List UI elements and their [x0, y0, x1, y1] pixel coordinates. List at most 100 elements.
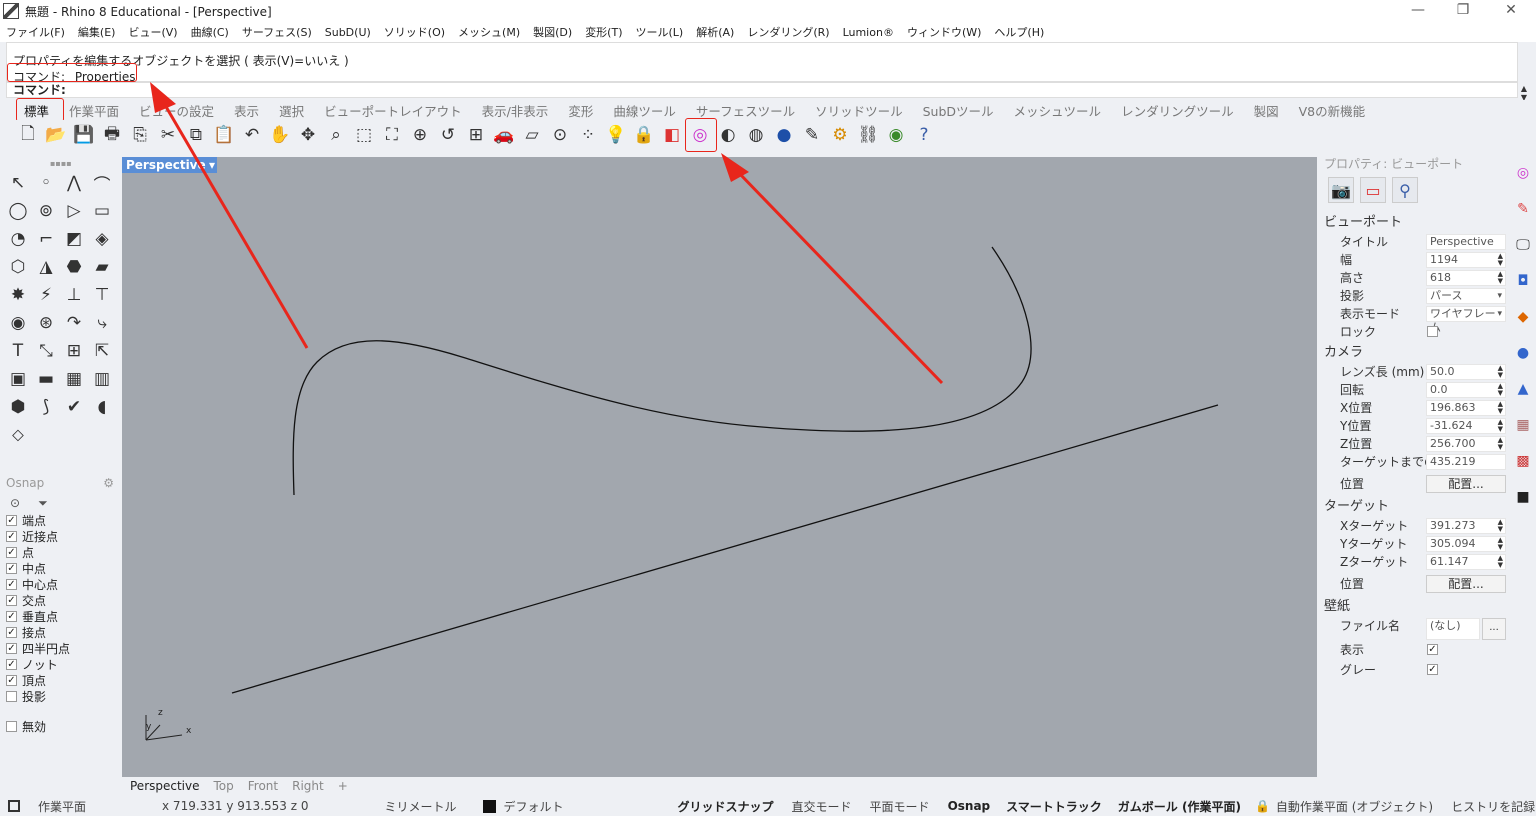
rectangle-icon[interactable]: ▭ [88, 197, 116, 225]
osnap-checkbox[interactable]: ✓ [6, 562, 17, 574]
gear-icon[interactable]: ⚙ [103, 476, 114, 494]
copy-icon[interactable]: ⧉ [184, 123, 208, 147]
cut-icon[interactable]: ✂ [156, 123, 180, 147]
menu-item-3[interactable]: 曲線(C) [191, 24, 229, 40]
browse-button[interactable]: ... [1482, 618, 1506, 640]
grid-icon[interactable]: ▦ [60, 365, 88, 393]
command-scroll-icon[interactable]: ▲ ▼ [1518, 84, 1530, 102]
target-icon[interactable]: ⊙ [10, 496, 20, 510]
menu-item-11[interactable]: 解析(A) [696, 24, 734, 40]
osnap-item[interactable]: 投影 [0, 688, 120, 704]
command-line[interactable]: コマンド: [6, 82, 1518, 98]
lock-icon[interactable]: 🔒 [632, 123, 656, 147]
dimension-icon[interactable]: ⤡ [32, 337, 60, 365]
gumball-toggle[interactable]: ガムボール (作業平面) [1118, 798, 1241, 815]
transform-icon[interactable]: ⇱ [88, 337, 116, 365]
ellipse-icon[interactable]: ⊚ [32, 197, 60, 225]
render-icon[interactable]: ● [772, 123, 796, 147]
spinner-icon[interactable]: ▲ ▼ [1498, 437, 1503, 451]
menu-item-6[interactable]: ソリッド(O) [384, 24, 445, 40]
four-viewports-icon[interactable]: ⊞ [464, 123, 488, 147]
ortho-toggle[interactable]: 直交モード [792, 798, 852, 815]
osnap-checkbox[interactable]: ✓ [6, 514, 17, 526]
property-value[interactable]: 61.147 ▲ ▼ [1426, 554, 1506, 570]
cplane-icon[interactable] [8, 800, 20, 812]
property-value[interactable]: Perspective [1426, 234, 1506, 250]
property-checkbox[interactable]: ✓ [1427, 664, 1438, 675]
osnap-checkbox[interactable]: ✓ [6, 658, 17, 670]
split-icon[interactable]: ⊥ [60, 281, 88, 309]
tab-7[interactable]: 変形 [568, 101, 593, 120]
grid-snap-toggle[interactable]: グリッドスナップ [678, 798, 774, 815]
osnap-item[interactable]: ✓ ノット [0, 656, 120, 672]
rendered-sphere-icon[interactable]: ◍ [744, 123, 768, 147]
osnap-item[interactable]: ✓ 頂点 [0, 672, 120, 688]
place-button[interactable]: 配置... [1426, 575, 1506, 593]
group-icon[interactable]: ⊛ [32, 309, 60, 337]
spinner-icon[interactable]: ▲ ▼ [1498, 519, 1503, 533]
loft-icon[interactable]: ◈ [88, 225, 116, 253]
menu-item-7[interactable]: メッシュ(M) [458, 24, 520, 40]
point-icon[interactable]: ◦ [32, 169, 60, 197]
brush-icon[interactable]: ⬦ [4, 421, 32, 449]
disable-checkbox[interactable] [6, 720, 17, 732]
property-value[interactable]: 305.094 ▲ ▼ [1426, 536, 1506, 552]
tab-8[interactable]: 曲線ツール [613, 101, 676, 120]
spinner-icon[interactable]: ▲ ▼ [1498, 253, 1503, 267]
osnap-checkbox[interactable]: ✓ [6, 610, 17, 622]
curve-icon[interactable]: ⌒ [88, 169, 116, 197]
menu-item-10[interactable]: ツール(L) [636, 24, 684, 40]
osnap-item[interactable]: ✓ 接点 [0, 624, 120, 640]
menu-item-15[interactable]: ヘルプ(H) [994, 24, 1044, 40]
surface-icon[interactable]: ◩ [60, 225, 88, 253]
osnap-checkbox[interactable]: ✓ [6, 530, 17, 542]
tab-4[interactable]: 選択 [279, 101, 304, 120]
status-units[interactable]: ミリメートル [384, 798, 456, 815]
fillet-curve-icon[interactable]: ⌐ [32, 225, 60, 253]
layer-icon[interactable]: ◧ [660, 123, 684, 147]
property-checkbox[interactable] [1427, 326, 1438, 337]
zoom-window-icon[interactable]: ⬚ [352, 123, 376, 147]
tab-3[interactable]: 表示 [234, 101, 259, 120]
status-cplane[interactable]: 作業平面 [38, 798, 86, 815]
blend-icon[interactable]: ⤷ [88, 309, 116, 337]
bars-icon[interactable]: ▥ [88, 365, 116, 393]
save-icon[interactable]: 💾 [72, 123, 96, 147]
pan-hand-icon[interactable]: ✋ [268, 123, 292, 147]
import-icon[interactable]: ⎘ [128, 123, 152, 147]
menu-item-9[interactable]: 変形(T) [585, 24, 622, 40]
osnap-item[interactable]: ✓ 点 [0, 544, 120, 560]
osnap-item[interactable]: ✓ 四半円点 [0, 640, 120, 656]
spinner-icon[interactable]: ▲ ▼ [1498, 383, 1503, 397]
planar-toggle[interactable]: 平面モード [870, 798, 930, 815]
tab-10[interactable]: ソリッドツール [815, 101, 903, 120]
close-button[interactable]: ✕ [1496, 2, 1526, 18]
palette-icon[interactable]: ▩ [1510, 443, 1536, 479]
lock-icon[interactable]: 🔒 [1255, 799, 1270, 813]
texture-icon[interactable]: ▦ [1510, 407, 1536, 443]
dropdown-icon[interactable]: ▾ [1497, 307, 1502, 321]
boolean-icon[interactable]: ◉ [4, 309, 32, 337]
osnap-checkbox[interactable]: ✓ [6, 594, 17, 606]
menu-item-12[interactable]: レンダリング(R) [747, 24, 829, 40]
print-icon[interactable]: 🖶 [100, 123, 124, 147]
sphere-shaded-icon[interactable]: ◐ [716, 123, 740, 147]
tab-14[interactable]: 製図 [1254, 101, 1279, 120]
menu-item-0[interactable]: ファイル(F) [6, 24, 65, 40]
osnap-checkbox[interactable]: ✓ [6, 642, 17, 654]
property-value[interactable]: パース ▾ [1426, 288, 1506, 304]
osnap-disable[interactable]: 無効 [0, 718, 120, 734]
cplane-icon[interactable]: ▱ [520, 123, 544, 147]
fillet-icon[interactable]: ↷ [60, 309, 88, 337]
property-value[interactable]: ワイヤフレーム▾ [1426, 306, 1506, 334]
viewport-tab-3[interactable]: Right [292, 779, 324, 793]
property-value[interactable]: 50.0 ▲ ▼ [1426, 364, 1506, 380]
tab-5[interactable]: ビューポートレイアウト [324, 101, 462, 120]
zoom-extents-icon[interactable]: ⛶ [380, 123, 404, 147]
menu-item-8[interactable]: 製図(D) [533, 24, 572, 40]
tab-15[interactable]: V8の新機能 [1299, 101, 1366, 120]
property-value[interactable]: 256.700 ▲ ▼ [1426, 436, 1506, 452]
mesh-icon[interactable]: ▣ [4, 365, 32, 393]
osnap-item[interactable]: ✓ 近接点 [0, 528, 120, 544]
paste-icon[interactable]: 📋 [212, 123, 236, 147]
